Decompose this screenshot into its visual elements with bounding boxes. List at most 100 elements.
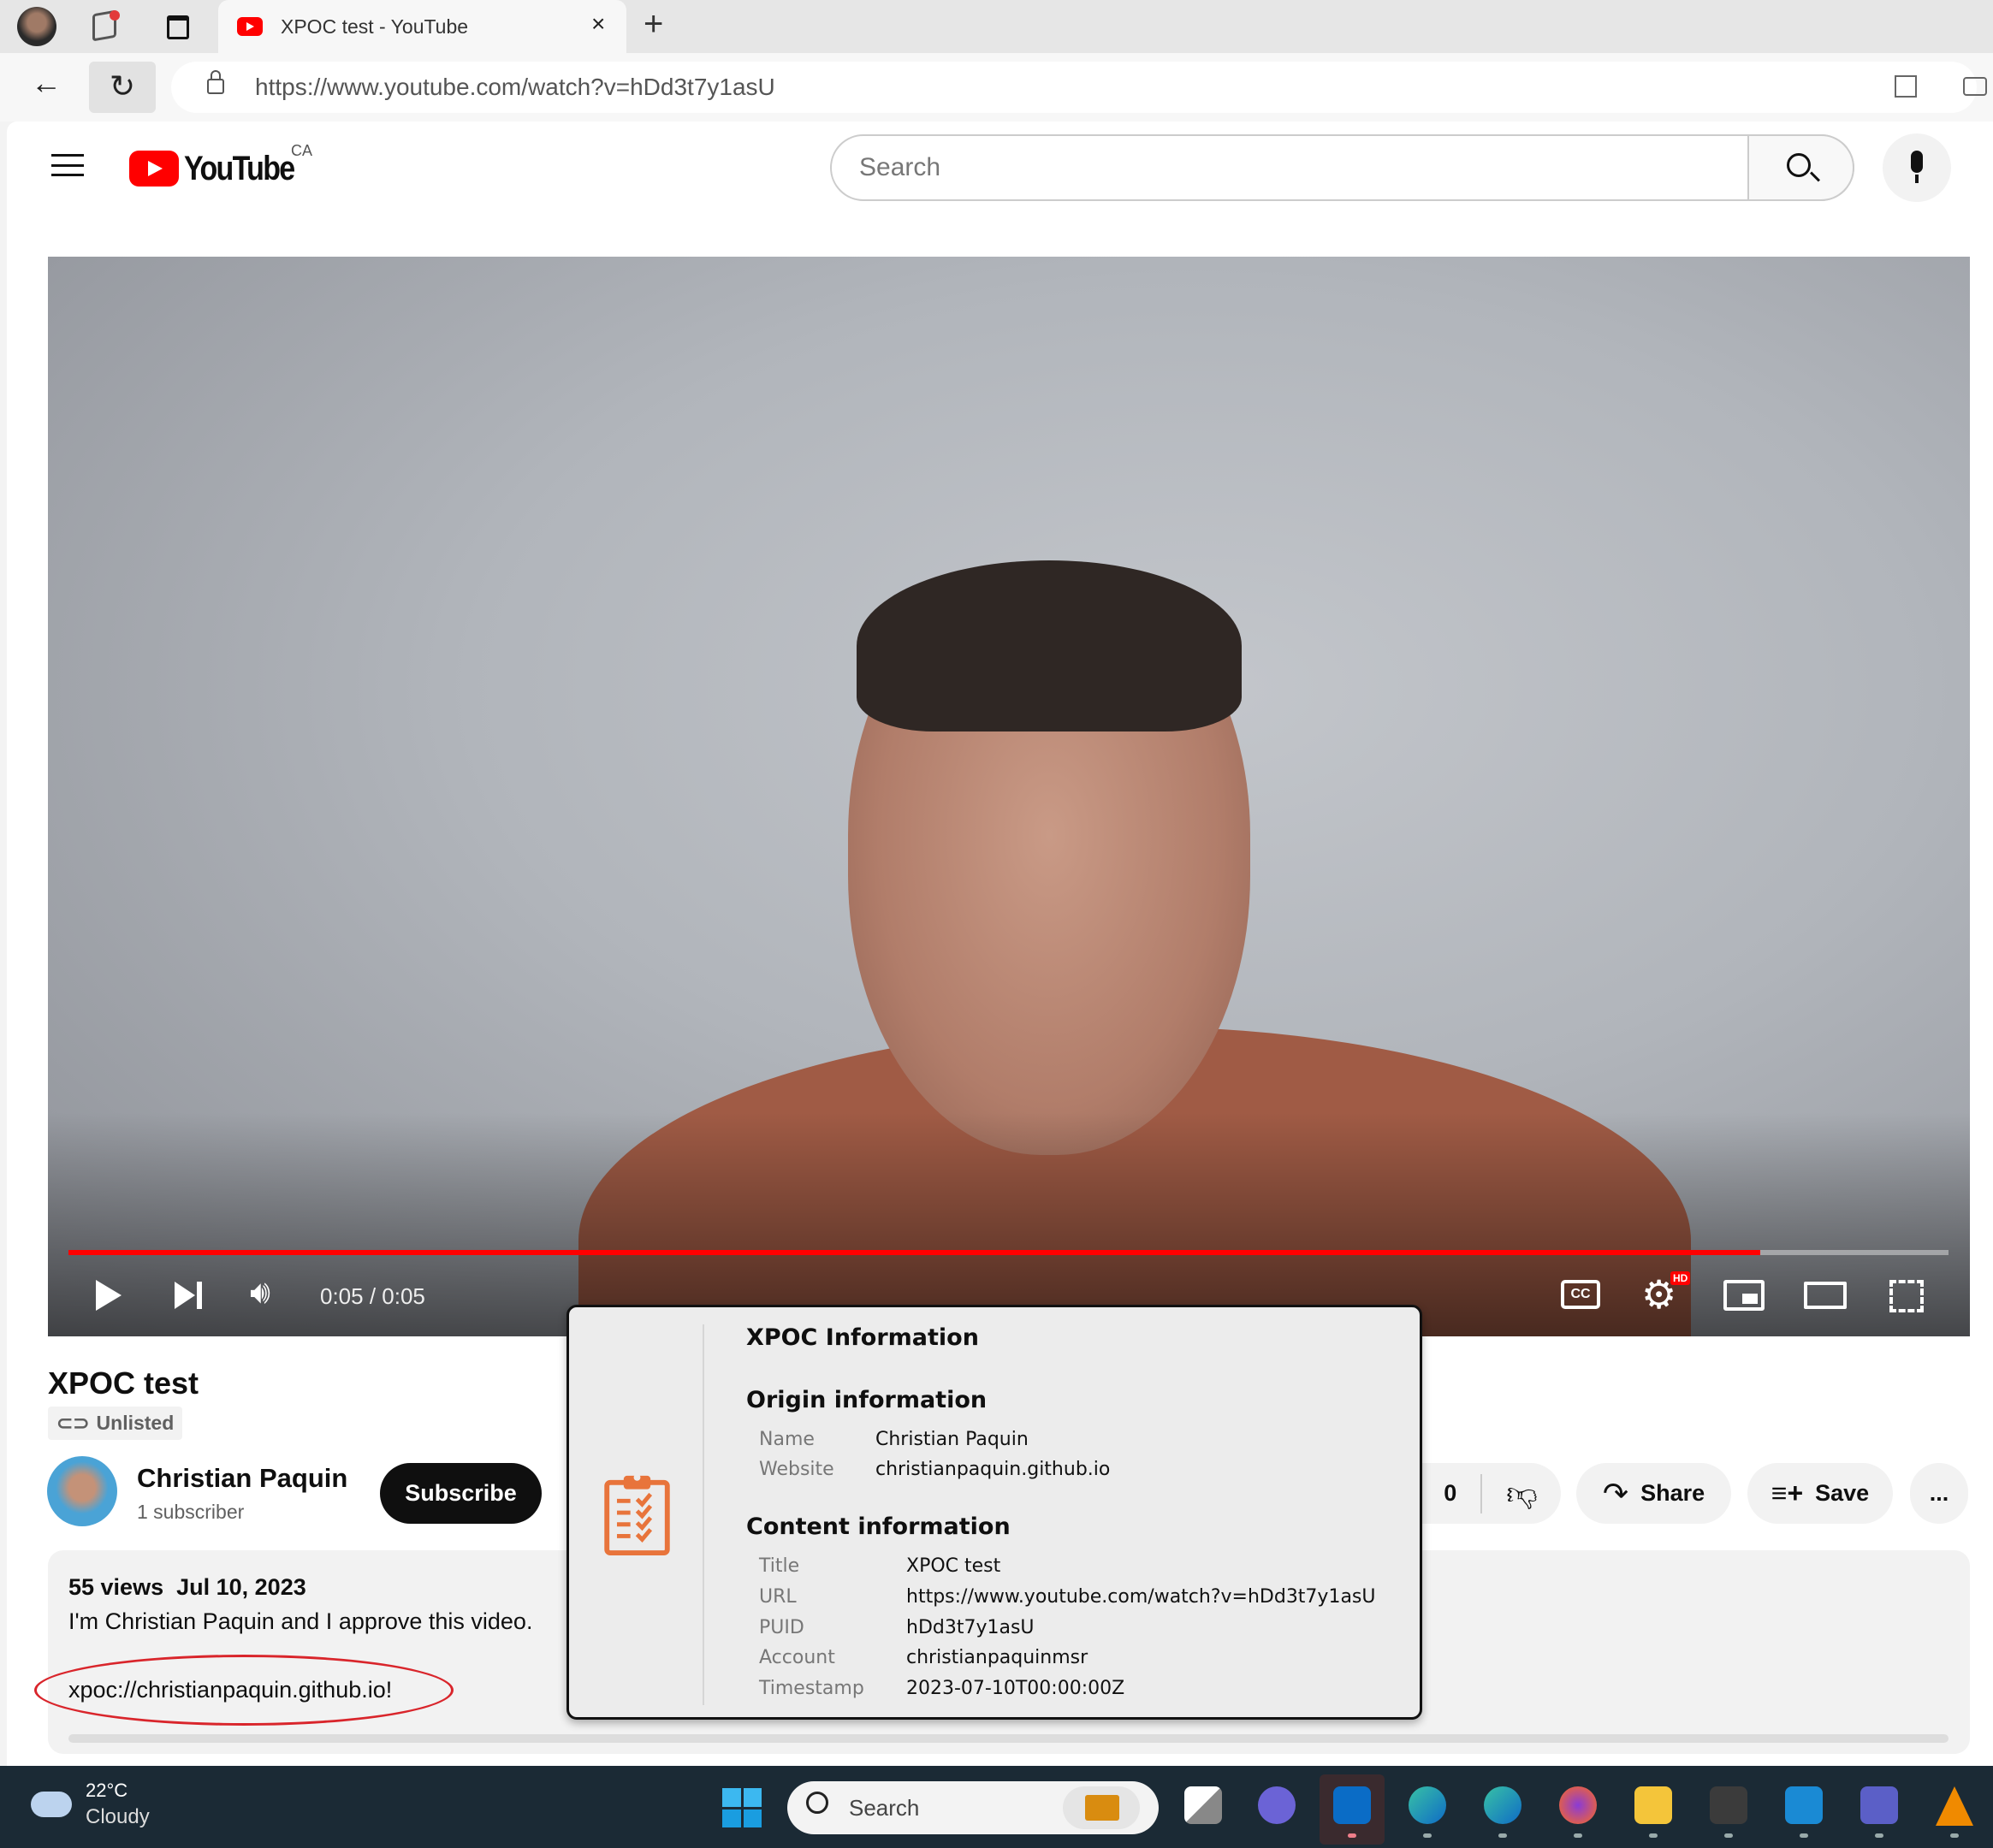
weather-condition[interactable]: Cloudy	[86, 1805, 150, 1829]
edge-icon[interactable]	[1409, 1786, 1446, 1824]
origin-website-label: Website	[759, 1459, 834, 1480]
running-indicator	[1423, 1833, 1432, 1838]
youtube-favicon	[237, 17, 263, 36]
edge-dev-icon[interactable]	[1484, 1786, 1521, 1824]
description-meta: 55 views Jul 10, 2023	[68, 1574, 306, 1601]
description-text: I'm Christian Paquin and I approve this …	[68, 1608, 533, 1634]
profile-avatar[interactable]	[17, 7, 56, 46]
content-title-label: Title	[759, 1555, 800, 1577]
subscribe-button[interactable]: Subscribe	[380, 1463, 542, 1524]
popup-divider	[703, 1324, 704, 1705]
link-icon: ⊂⊃	[56, 1412, 90, 1434]
start-button[interactable]	[722, 1788, 762, 1827]
extensions-icon[interactable]	[1895, 75, 1917, 98]
save-button[interactable]: ≡+ Save	[1747, 1463, 1893, 1524]
terminal-icon[interactable]	[1710, 1786, 1747, 1824]
search-icon	[1787, 153, 1811, 177]
like-count: 0	[1444, 1480, 1457, 1506]
search-highlight-briefcase-icon	[1063, 1786, 1140, 1829]
channel-avatar[interactable]	[47, 1456, 117, 1526]
xpoc-info-popup: XPOC Information Origin information Name…	[566, 1305, 1422, 1720]
url-field[interactable]: https://www.youtube.com/watch?v=hDd3t7y1…	[171, 62, 1977, 113]
mic-icon	[1911, 151, 1923, 173]
youtube-logo[interactable]: YouTube	[129, 149, 313, 188]
url-text: https://www.youtube.com/watch?v=hDd3t7y1…	[255, 74, 775, 100]
video-title: XPOC test	[48, 1365, 199, 1401]
teams-icon[interactable]	[1860, 1786, 1898, 1824]
clipboard-check-icon	[603, 1472, 671, 1556]
dislike-icon[interactable]: 👎︎	[1506, 1475, 1538, 1513]
origin-heading: Origin information	[746, 1387, 988, 1413]
content-heading: Content information	[746, 1513, 1011, 1540]
content-account-value: christianpaquinmsr	[906, 1647, 1088, 1668]
running-indicator	[1800, 1833, 1808, 1838]
taskbar-search-icon	[806, 1792, 828, 1814]
visibility-label: Unlisted	[96, 1412, 175, 1434]
volume-icon[interactable]: 🔊︎	[250, 1275, 270, 1312]
outlook-icon[interactable]	[1333, 1786, 1371, 1824]
save-playlist-icon: ≡+	[1771, 1478, 1804, 1508]
subscriber-count: 1 subscriber	[137, 1501, 245, 1523]
tab-active[interactable]: XPOC test - YouTube ×	[218, 0, 626, 55]
play-button[interactable]	[96, 1280, 122, 1311]
file-explorer-icon[interactable]	[1634, 1786, 1672, 1824]
miniplayer-button[interactable]	[1723, 1280, 1765, 1311]
menu-icon[interactable]	[51, 154, 84, 176]
refresh-icon: ↻	[109, 68, 136, 104]
video-player[interactable]: 🔊︎ 0:05 / 0:05 CC ⚙ HD	[48, 257, 1970, 1336]
progress-fill	[68, 1250, 1761, 1255]
captions-button[interactable]: CC	[1561, 1280, 1600, 1309]
vlc-icon[interactable]	[1936, 1786, 1973, 1826]
weather-cloud-icon[interactable]	[31, 1792, 72, 1817]
unlisted-badge: ⊂⊃ Unlisted	[48, 1407, 183, 1440]
content-puid-label: PUID	[759, 1617, 804, 1638]
taskbar-search-placeholder: Search	[849, 1795, 920, 1821]
running-indicator	[1498, 1833, 1507, 1838]
search-input[interactable]: Search	[830, 134, 1854, 201]
logo-text: YouTube	[184, 149, 295, 187]
collections-icon[interactable]	[1963, 77, 1987, 96]
search-button[interactable]	[1747, 134, 1854, 201]
weather-temperature[interactable]: 22°C	[86, 1780, 128, 1802]
vertical-tabs-icon[interactable]	[167, 15, 189, 39]
content-timestamp-label: Timestamp	[759, 1678, 864, 1699]
upload-date: Jul 10, 2023	[176, 1574, 306, 1600]
taskbar-search[interactable]: Search	[787, 1781, 1159, 1834]
firefox-icon[interactable]	[1559, 1786, 1597, 1824]
progress-bar[interactable]	[68, 1250, 1949, 1255]
content-url-label: URL	[759, 1586, 797, 1608]
origin-website-value[interactable]: christianpaquin.github.io	[875, 1459, 1110, 1480]
share-button[interactable]: ↷ Share	[1576, 1463, 1731, 1524]
hd-badge: HD	[1670, 1271, 1691, 1285]
voice-search-button[interactable]	[1883, 133, 1951, 202]
running-indicator	[1348, 1833, 1356, 1838]
theater-mode-button[interactable]	[1804, 1282, 1847, 1309]
content-puid-value: hDd3t7y1asU	[906, 1617, 1035, 1638]
more-actions-button[interactable]: ...	[1910, 1463, 1968, 1524]
task-view-icon[interactable]	[1184, 1786, 1222, 1824]
share-icon: ↷	[1602, 1475, 1629, 1511]
notification-dot-icon	[110, 10, 120, 21]
close-tab-icon[interactable]: ×	[591, 10, 605, 38]
search-placeholder: Search	[859, 153, 941, 181]
channel-name[interactable]: Christian Paquin	[137, 1463, 347, 1494]
fullscreen-button[interactable]	[1889, 1280, 1924, 1312]
vscode-icon[interactable]	[1785, 1786, 1823, 1824]
save-label: Save	[1815, 1480, 1870, 1506]
content-timestamp-value: 2023-07-10T00:00:00Z	[906, 1678, 1125, 1699]
time-display: 0:05 / 0:05	[320, 1283, 425, 1309]
next-button[interactable]	[175, 1282, 195, 1309]
back-icon[interactable]: ←	[31, 65, 62, 101]
content-url-value[interactable]: https://www.youtube.com/watch?v=hDd3t7y1…	[906, 1586, 1376, 1608]
running-indicator	[1875, 1833, 1883, 1838]
scrollbar-horizontal[interactable]	[68, 1734, 1949, 1743]
new-tab-icon[interactable]: +	[644, 5, 663, 44]
annotation-ellipse	[34, 1655, 454, 1726]
running-indicator	[1574, 1833, 1582, 1838]
refresh-button[interactable]: ↻	[89, 62, 156, 113]
origin-name-value: Christian Paquin	[875, 1429, 1029, 1450]
video-frame-hair	[857, 560, 1242, 732]
view-count: 55 views	[68, 1574, 164, 1600]
chat-icon[interactable]	[1258, 1786, 1296, 1824]
share-label: Share	[1640, 1480, 1705, 1506]
